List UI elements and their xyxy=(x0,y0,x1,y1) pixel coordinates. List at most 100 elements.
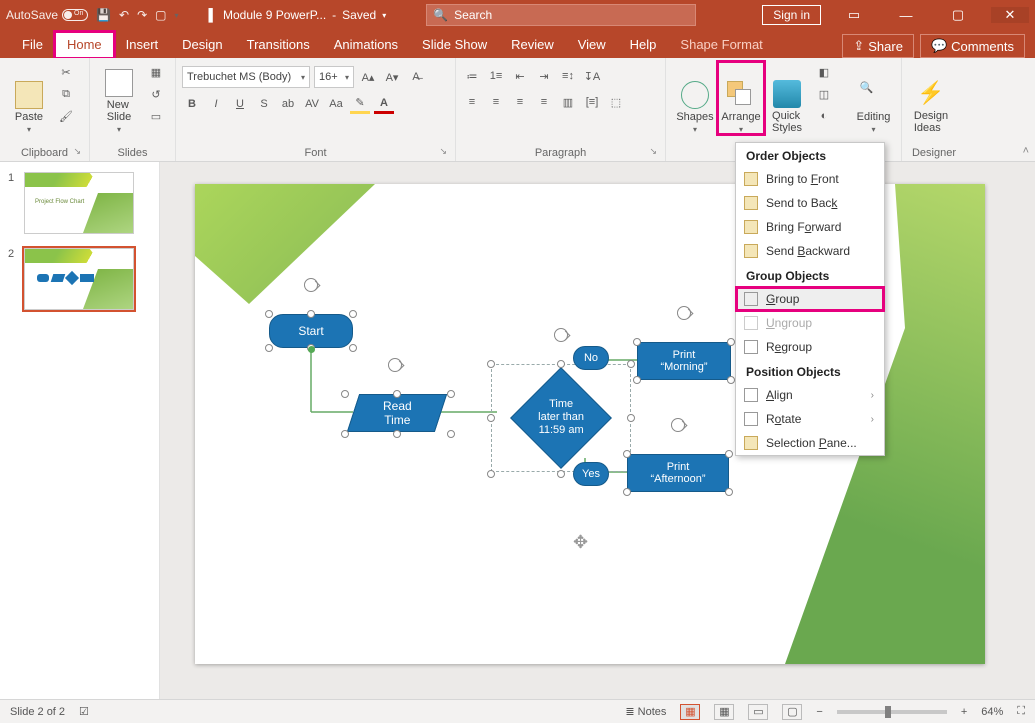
ribbon-options-icon[interactable]: ▭ xyxy=(835,7,873,23)
shape-print-afternoon[interactable]: Print “Afternoon” xyxy=(627,454,729,492)
tab-view[interactable]: View xyxy=(566,32,618,58)
bullets-icon[interactable]: ≔ xyxy=(462,66,482,86)
tab-help[interactable]: Help xyxy=(618,32,669,58)
align-left-icon[interactable]: ≡ xyxy=(462,92,482,112)
bold-button[interactable]: B xyxy=(182,94,202,114)
quick-styles-button[interactable]: Quick Styles xyxy=(764,62,810,134)
comments-button[interactable]: 💬Comments xyxy=(920,34,1025,58)
tab-transitions[interactable]: Transitions xyxy=(235,32,322,58)
menu-bring-forward[interactable]: Bring Forward xyxy=(736,215,884,239)
zoom-in-icon[interactable]: + xyxy=(961,706,967,718)
font-size-select[interactable]: 16+▾ xyxy=(314,66,354,88)
columns-icon[interactable]: ▥ xyxy=(558,92,578,112)
undo-icon[interactable]: ↶ xyxy=(119,8,129,22)
collapse-ribbon-icon[interactable]: ˄ xyxy=(1023,145,1029,157)
shape-print-morning[interactable]: Print “Morning” xyxy=(637,342,731,380)
italic-button[interactable]: I xyxy=(206,94,226,114)
search-input[interactable]: 🔍 Search xyxy=(426,4,696,26)
layout-icon[interactable]: ▦ xyxy=(146,62,166,82)
notes-button[interactable]: ≣ Notes xyxy=(625,705,666,718)
shape-start[interactable]: Start xyxy=(269,314,353,348)
view-slideshow-icon[interactable]: ▢ xyxy=(782,704,802,720)
zoom-out-icon[interactable]: − xyxy=(816,706,822,718)
menu-send-backward[interactable]: Send Backward xyxy=(736,239,884,263)
rotate-handle[interactable] xyxy=(671,418,685,432)
redo-icon[interactable]: ↷ xyxy=(137,8,147,22)
shape-fill-icon[interactable]: ◧ xyxy=(814,62,834,82)
copy-icon[interactable]: ⧉ xyxy=(56,84,76,104)
rotate-handle[interactable] xyxy=(677,306,691,320)
tab-insert[interactable]: Insert xyxy=(114,32,171,58)
rotate-handle[interactable] xyxy=(554,328,568,342)
tab-design[interactable]: Design xyxy=(170,32,234,58)
view-reading-icon[interactable]: ▭ xyxy=(748,704,768,720)
fit-to-window-icon[interactable]: ⛶ xyxy=(1017,705,1025,718)
thumbnail-2[interactable]: 2 xyxy=(8,248,151,310)
shadow-button[interactable]: ab xyxy=(278,94,298,114)
tab-slideshow[interactable]: Slide Show xyxy=(410,32,499,58)
new-slide-button[interactable]: New Slide▾ xyxy=(96,62,142,134)
change-case-icon[interactable]: Aa xyxy=(326,94,346,114)
spellcheck-icon[interactable]: ☑ xyxy=(79,705,89,718)
menu-rotate[interactable]: Rotate› xyxy=(736,407,884,431)
menu-regroup[interactable]: Regroup xyxy=(736,335,884,359)
shape-read-time[interactable]: Read Time xyxy=(347,394,447,432)
grow-font-icon[interactable]: A▴ xyxy=(358,67,378,87)
slide-indicator[interactable]: Slide 2 of 2 xyxy=(10,706,65,718)
reset-icon[interactable]: ↺ xyxy=(146,84,166,104)
tab-review[interactable]: Review xyxy=(499,32,566,58)
share-button[interactable]: ⇪Share xyxy=(842,34,914,58)
shapes-button[interactable]: Shapes▾ xyxy=(672,62,718,134)
minimize-icon[interactable]: — xyxy=(887,8,925,23)
shape-outline-icon[interactable]: ◫ xyxy=(814,84,834,104)
tab-home[interactable]: Home xyxy=(55,32,114,58)
highlight-icon[interactable]: ✎ xyxy=(350,94,370,114)
decrease-indent-icon[interactable]: ⇤ xyxy=(510,66,530,86)
menu-selection-pane[interactable]: Selection Pane... xyxy=(736,431,884,455)
close-icon[interactable]: ✕ xyxy=(991,7,1029,23)
underline-button[interactable]: U xyxy=(230,94,250,114)
maximize-icon[interactable]: ▢ xyxy=(939,7,977,23)
align-text-icon[interactable]: [≡] xyxy=(582,92,602,112)
view-normal-icon[interactable]: ▦ xyxy=(680,704,700,720)
shape-yes[interactable]: Yes xyxy=(573,462,609,486)
strike-button[interactable]: S xyxy=(254,94,274,114)
increase-indent-icon[interactable]: ⇥ xyxy=(534,66,554,86)
line-spacing-icon[interactable]: ≡↕ xyxy=(558,66,578,86)
rotate-handle[interactable] xyxy=(304,278,318,292)
tab-file[interactable]: File xyxy=(10,32,55,58)
zoom-slider[interactable] xyxy=(837,710,947,714)
save-icon[interactable]: 💾 xyxy=(96,8,111,22)
arrange-button[interactable]: Arrange▾ xyxy=(718,62,764,134)
clear-formatting-icon[interactable]: A̶ xyxy=(406,67,426,87)
shape-no[interactable]: No xyxy=(573,346,609,370)
format-painter-icon[interactable]: 🖌 xyxy=(56,106,76,126)
shape-effects-icon[interactable]: ◐ xyxy=(814,106,834,126)
menu-align[interactable]: Align› xyxy=(736,383,884,407)
rotate-handle[interactable] xyxy=(388,358,402,372)
from-beginning-icon[interactable]: ▢ xyxy=(155,8,166,22)
align-center-icon[interactable]: ≡ xyxy=(486,92,506,112)
menu-bring-to-front[interactable]: Bring to Front xyxy=(736,167,884,191)
qat-more-icon[interactable]: ▾ xyxy=(174,11,178,20)
smartart-icon[interactable]: ⬚ xyxy=(606,92,626,112)
paste-button[interactable]: Paste▾ xyxy=(6,62,52,134)
font-color-icon[interactable]: A xyxy=(374,94,394,114)
menu-group[interactable]: Group xyxy=(736,287,884,311)
view-sorter-icon[interactable]: ▦ xyxy=(714,704,734,720)
tab-animations[interactable]: Animations xyxy=(322,32,410,58)
text-direction-icon[interactable]: ↧A xyxy=(582,66,602,86)
tab-shape-format[interactable]: Shape Format xyxy=(668,32,774,58)
align-right-icon[interactable]: ≡ xyxy=(510,92,530,112)
menu-send-to-back[interactable]: Send to Back xyxy=(736,191,884,215)
section-icon[interactable]: ▭ xyxy=(146,106,166,126)
cut-icon[interactable]: ✂ xyxy=(56,62,76,82)
justify-icon[interactable]: ≡ xyxy=(534,92,554,112)
editing-button[interactable]: 🔍 Editing▾ xyxy=(852,62,895,134)
design-ideas-button[interactable]: ⚡ Design Ideas xyxy=(908,62,954,134)
numbering-icon[interactable]: 1≡ xyxy=(486,66,506,86)
signin-button[interactable]: Sign in xyxy=(762,5,821,25)
font-name-select[interactable]: Trebuchet MS (Body)▾ xyxy=(182,66,310,88)
slide-stage[interactable]: Start Read Time Time later than 11:59 am… xyxy=(160,162,1035,699)
zoom-level[interactable]: 64% xyxy=(981,706,1003,718)
